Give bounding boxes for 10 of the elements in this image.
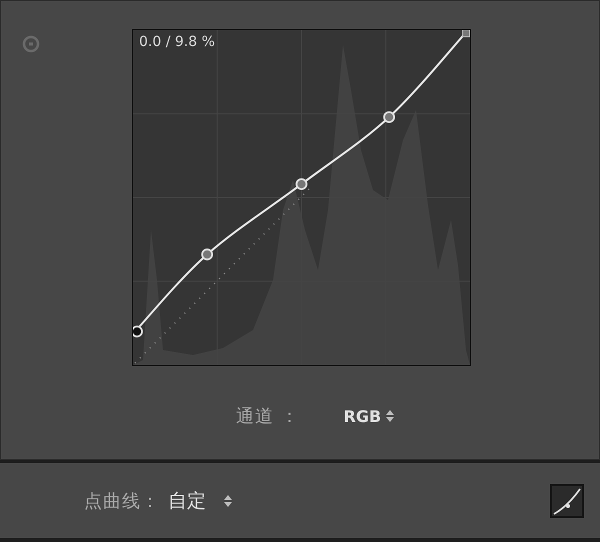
curve-toggle-button[interactable]	[550, 484, 584, 518]
updown-icon	[386, 410, 394, 422]
point-curve-label: 点曲线：	[84, 490, 160, 512]
channel-label: 通道 ：	[236, 405, 300, 428]
readout-text: 0.0 / 9.8 %	[139, 34, 215, 50]
target-adjust-button[interactable]	[21, 34, 41, 54]
point-curve-select[interactable]: 自定	[160, 488, 232, 514]
curve-graph[interactable]: 0.0 / 9.8 %	[132, 29, 471, 366]
updown-icon	[224, 494, 232, 506]
channel-select[interactable]: RGB	[310, 406, 394, 426]
